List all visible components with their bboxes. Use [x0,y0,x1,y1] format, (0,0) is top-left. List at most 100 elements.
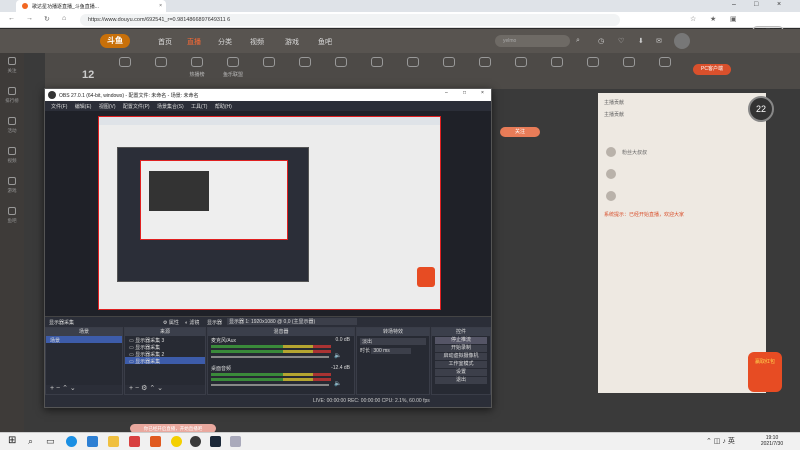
category-item[interactable] [359,57,395,71]
stop-streaming-button[interactable]: 停止推流 [435,337,487,344]
transition-select[interactable]: 淡出 [360,338,426,345]
sidebar-item-activity[interactable]: 活动 [0,113,24,143]
red-packet-button[interactable]: 赢取红包 [748,352,782,392]
category-item[interactable] [395,57,431,71]
sidebar-item-fishbar[interactable]: 鱼吧 [0,203,24,233]
category-item[interactable] [647,57,683,71]
gauge-badge[interactable]: 22 [748,96,774,122]
nav-fishbar[interactable]: 鱼吧 [318,37,332,47]
edge-icon[interactable] [66,436,77,447]
browser-tab[interactable]: 歌达星功播逐直播_斗鱼直播... × [16,0,166,12]
category-item[interactable]: 热播榜 [179,57,215,78]
home-icon[interactable]: ⌂ [62,15,66,22]
category-item[interactable] [323,57,359,71]
display-select[interactable]: 显示器 1: 1920x1080 @ 0,0 (主显示器) [227,318,357,325]
source-item[interactable]: ▭ 显示器采集 [125,343,205,351]
volume-slider[interactable] [211,384,329,386]
down-icon[interactable]: ⌄ [70,385,76,392]
obs-taskbar-icon[interactable] [190,436,201,447]
speaker-icon[interactable]: 🔈 [334,380,341,387]
menu-file[interactable]: 文件(F) [51,103,67,110]
clock[interactable]: 19:10 2021/7/30 [752,435,792,447]
settings-button[interactable]: 设置 [435,369,487,376]
search-icon[interactable]: ⌕ [28,436,39,447]
nav-game[interactable]: 游戏 [285,37,299,47]
category-item[interactable] [503,57,539,71]
menu-tools[interactable]: 工具(T) [191,103,207,110]
obs-minimize-icon[interactable]: – [445,90,448,96]
category-item[interactable] [251,57,287,71]
reading-icon[interactable]: ☆ [690,15,696,23]
follow-button[interactable]: 关注 [500,127,540,137]
menu-view[interactable]: 视图(V) [99,103,116,110]
source-item[interactable]: ▭ 显示器采集 3 [125,336,205,344]
category-item[interactable] [143,57,179,71]
category-item[interactable] [539,57,575,71]
sidebar-item-follow[interactable]: 关注 [0,53,24,83]
app-icon[interactable] [129,436,140,447]
message-icon[interactable]: ✉ [656,37,662,45]
source-item[interactable]: ▭ 显示器采集 2 [125,350,205,358]
windows-start-icon[interactable]: ⊞ [8,436,19,447]
menu-edit[interactable]: 编辑(E) [75,103,92,110]
category-item[interactable]: 鱼乐联盟 [215,57,251,78]
history-icon[interactable]: ◷ [598,37,604,45]
obs-maximize-icon[interactable]: □ [463,90,466,96]
pc-client-button[interactable]: PC客户端 [693,64,731,75]
category-item[interactable] [467,57,503,71]
category-item[interactable] [431,57,467,71]
douyu-logo[interactable]: 斗鱼 [100,34,130,48]
sidebar-item-video[interactable]: 视频 [0,143,24,173]
system-tray-icon[interactable]: ⌃ ◫ ♪ 英 [706,436,735,446]
speaker-icon[interactable]: 🔈 [334,352,341,359]
task-view-icon[interactable]: ▭ [46,436,57,447]
exit-button[interactable]: 退出 [435,377,487,384]
search-input[interactable]: yelmo [495,35,570,47]
refresh-icon[interactable]: ↻ [44,15,50,23]
maximize-icon[interactable]: □ [754,1,758,8]
start-recording-button[interactable]: 开始录制 [435,345,487,352]
nav-category[interactable]: 分类 [218,37,232,47]
down-icon[interactable]: ⌄ [157,385,163,392]
close-window-icon[interactable]: × [777,1,781,8]
minimize-icon[interactable]: – [732,1,736,8]
nav-live[interactable]: 直播 [187,37,201,47]
folder-icon[interactable] [108,436,119,447]
app-icon[interactable] [171,436,182,447]
virtual-camera-button[interactable]: 启动虚拟摄像机 [435,353,487,360]
obs-close-icon[interactable]: × [481,90,484,96]
download-icon[interactable]: ⬇ [638,37,644,45]
duration-input[interactable]: 300 ms [371,348,412,354]
steam-icon[interactable] [210,436,221,447]
app-icon[interactable] [87,436,98,447]
preview-canvas[interactable] [98,116,441,310]
category-item[interactable] [287,57,323,71]
sidebar-item-game[interactable]: 游戏 [0,173,24,203]
menu-profile[interactable]: 配置文件(P) [123,103,150,110]
office-icon[interactable] [150,436,161,447]
up-icon[interactable]: ⌃ [62,385,70,392]
avatar[interactable] [674,33,690,49]
studio-mode-button[interactable]: 工作室模式 [435,361,487,368]
properties-button[interactable]: ⚙ 属性 [163,319,179,326]
back-icon[interactable]: ← [8,15,15,22]
category-item[interactable] [611,57,647,71]
url-input[interactable]: https://www.douyu.com/692541_r=0.9814866… [80,14,620,26]
nav-home[interactable]: 首页 [158,37,172,47]
category-item[interactable] [107,57,143,71]
forward-icon[interactable]: → [26,15,33,22]
scene-item[interactable]: 场景 [46,336,122,344]
nav-video[interactable]: 视频 [250,37,264,47]
filters-button[interactable]: ◐ 滤镜 [185,319,199,326]
volume-slider[interactable] [211,356,329,358]
collections-icon[interactable]: ▣ [730,15,737,23]
obs-preview[interactable] [45,111,491,316]
menu-scene-collection[interactable]: 场景集合(S) [157,103,184,110]
app-icon[interactable] [230,436,241,447]
favorites-icon[interactable]: ★ [710,15,716,23]
source-item[interactable]: ▭ 显示器采集 [125,357,205,365]
sidebar-item-rank[interactable]: 排行榜 [0,83,24,113]
close-tab-icon[interactable]: × [159,3,162,9]
up-icon[interactable]: ⌃ [149,385,157,392]
follow-icon[interactable]: ♡ [618,37,624,45]
